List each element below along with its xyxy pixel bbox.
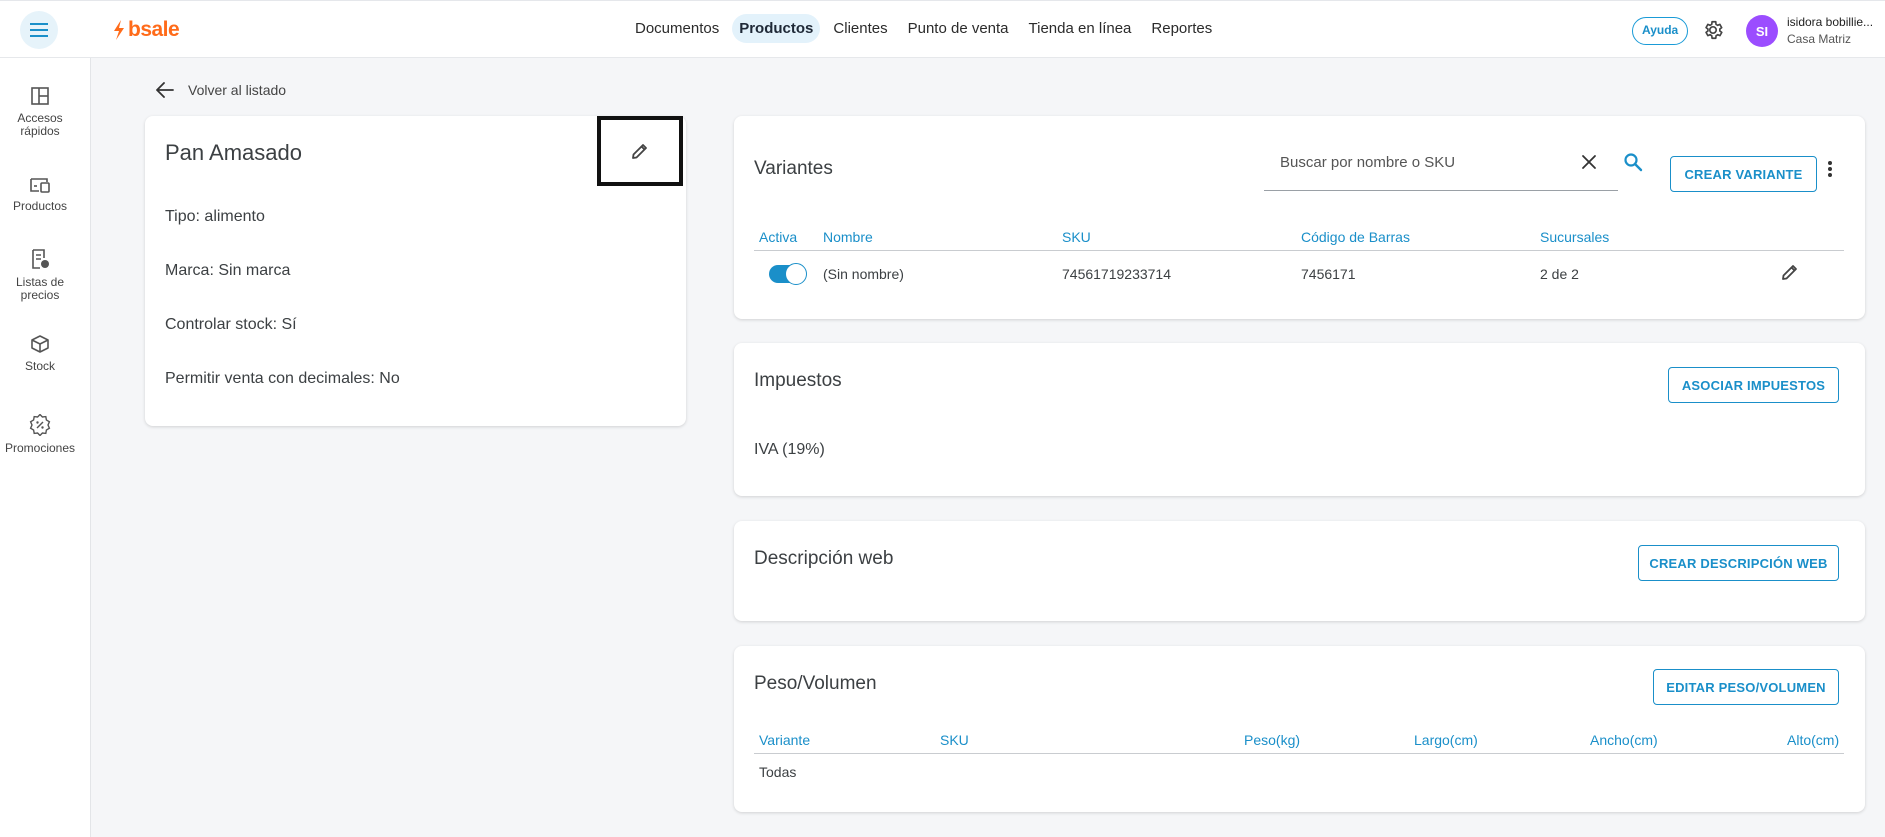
- create-variant-button[interactable]: CREAR VARIANTE: [1670, 156, 1817, 192]
- column-header-ancho: Ancho(cm): [1590, 732, 1658, 748]
- sidebar: Accesos rápidos Productos Listas de prec…: [0, 58, 91, 837]
- close-icon[interactable]: [1581, 154, 1597, 170]
- gear-icon[interactable]: [1702, 19, 1724, 41]
- associate-taxes-button[interactable]: ASOCIAR IMPUESTOS: [1668, 367, 1839, 403]
- sidebar-item-label: Stock: [24, 359, 55, 373]
- user-name[interactable]: isidora bobillie...: [1787, 15, 1873, 29]
- taxes-card: Impuestos ASOCIAR IMPUESTOS IVA (19%): [734, 343, 1865, 496]
- product-info-card: Pan Amasado Tipo: alimento Marca: Sin ma…: [145, 116, 686, 426]
- variant-search-input[interactable]: [1280, 154, 1560, 171]
- column-header-peso: Peso(kg): [1244, 732, 1301, 748]
- variant-branches-cell: 2 de 2: [1540, 266, 1579, 282]
- nav-reportes[interactable]: Reportes: [1144, 14, 1219, 43]
- sidebar-item-stock[interactable]: Stock: [0, 334, 80, 373]
- column-header-nombre[interactable]: Nombre: [823, 229, 873, 245]
- box-icon: [31, 335, 49, 353]
- discount-icon: [29, 414, 51, 436]
- products-icon: [30, 178, 50, 193]
- sidebar-item-accesos-rapidos[interactable]: Accesos rápidos: [0, 86, 80, 138]
- search-icon[interactable]: [1623, 152, 1643, 172]
- brand-name: bsale: [128, 18, 180, 41]
- column-header-sucursales[interactable]: Sucursales: [1540, 229, 1609, 245]
- column-header-largo: Largo(cm): [1414, 732, 1478, 748]
- variant-name-cell: (Sin nombre): [823, 266, 904, 282]
- brand-logo[interactable]: bsale: [112, 18, 180, 42]
- product-decimal-sale: Permitir venta con decimales: No: [165, 370, 400, 387]
- column-header-sku[interactable]: SKU: [1062, 229, 1091, 245]
- arrow-left-icon: [156, 82, 174, 98]
- main-nav: Documentos Productos Clientes Punto de v…: [628, 14, 1219, 43]
- table-divider: [754, 753, 1844, 754]
- nav-documentos[interactable]: Documentos: [628, 14, 726, 43]
- bolt-logo-icon: [114, 20, 124, 40]
- sidebar-item-label: Promociones: [4, 441, 76, 455]
- product-brand: Marca: Sin marca: [165, 262, 291, 279]
- price-list-icon: [32, 249, 49, 269]
- grid-layout-icon: [31, 87, 49, 105]
- menu-icon: [30, 23, 48, 37]
- sidebar-item-productos[interactable]: Productos: [0, 176, 80, 213]
- web-description-title: Descripción web: [754, 548, 894, 569]
- column-header-sku: SKU: [940, 732, 969, 748]
- taxes-title: Impuestos: [754, 370, 842, 391]
- variant-sku-cell: 74561719233714: [1062, 266, 1172, 282]
- weight-variant-cell: Todas: [759, 764, 797, 780]
- variant-barcode-cell: 7456171: [1301, 266, 1356, 282]
- create-web-description-button[interactable]: CREAR DESCRIPCIÓN WEB: [1638, 545, 1839, 581]
- variants-title: Variantes: [754, 158, 833, 179]
- column-header-activa[interactable]: Activa: [759, 229, 797, 245]
- back-to-list-link[interactable]: Volver al listado: [156, 82, 286, 98]
- column-header-alto: Alto(cm): [1787, 732, 1840, 748]
- pencil-icon[interactable]: [1780, 262, 1800, 282]
- variant-active-toggle[interactable]: [769, 263, 807, 285]
- variant-search-field: [1264, 136, 1618, 191]
- web-description-card: Descripción web CREAR DESCRIPCIÓN WEB: [734, 521, 1865, 621]
- tax-item: IVA (19%): [754, 441, 825, 458]
- help-button[interactable]: Ayuda: [1632, 17, 1689, 45]
- table-divider: [754, 250, 1844, 251]
- avatar[interactable]: SI: [1746, 15, 1778, 47]
- more-options-icon[interactable]: [1827, 160, 1833, 178]
- sidebar-item-label: Accesos rápidos: [17, 111, 63, 138]
- back-link-label: Volver al listado: [188, 82, 287, 98]
- sidebar-item-listas-de-precios[interactable]: Listas de precios: [0, 248, 80, 302]
- toggle-knob: [785, 263, 807, 285]
- user-branch: Casa Matriz: [1787, 32, 1852, 46]
- nav-productos[interactable]: Productos: [732, 14, 821, 43]
- edit-weight-volume-button[interactable]: EDITAR PESO/VOLUMEN: [1653, 669, 1839, 705]
- edit-product-button[interactable]: [597, 116, 683, 186]
- sidebar-item-label: Listas de precios: [15, 275, 65, 302]
- product-stock-control: Controlar stock: Sí: [165, 316, 297, 333]
- column-header-codigo-de-barras[interactable]: Código de Barras: [1301, 229, 1410, 245]
- product-type: Tipo: alimento: [165, 208, 265, 225]
- pencil-icon: [632, 144, 647, 159]
- nav-tienda-en-linea[interactable]: Tienda en línea: [1022, 14, 1139, 43]
- hamburger-menu-button[interactable]: [20, 11, 58, 49]
- sidebar-item-label: Productos: [12, 199, 68, 213]
- column-header-variante: Variante: [759, 732, 811, 748]
- top-bar: bsale Documentos Productos Clientes Punt…: [0, 0, 1885, 58]
- sidebar-item-promociones[interactable]: Promociones: [0, 414, 80, 455]
- weight-volume-card: Peso/Volumen EDITAR PESO/VOLUMEN Variant…: [734, 646, 1865, 812]
- nav-punto-de-venta[interactable]: Punto de venta: [901, 14, 1016, 43]
- variants-card: Variantes CREAR VARIANTE Activa Nombre S…: [734, 116, 1865, 319]
- product-name: Pan Amasado: [165, 140, 302, 165]
- weight-volume-title: Peso/Volumen: [754, 673, 877, 694]
- nav-clientes[interactable]: Clientes: [826, 14, 894, 43]
